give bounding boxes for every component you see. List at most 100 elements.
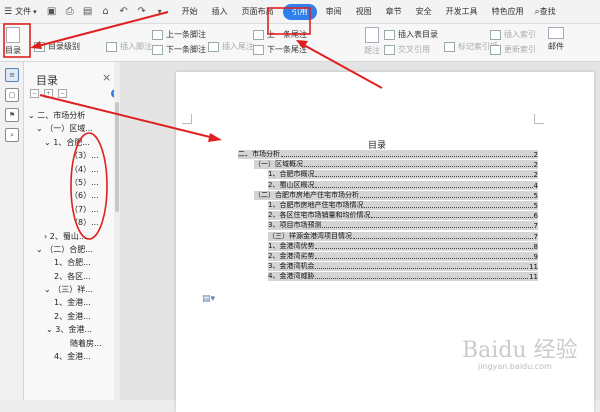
toc-entry[interactable]: 1、金港湾优势 8 <box>268 241 538 251</box>
bookmark-icon[interactable]: ⚑ <box>5 108 19 122</box>
collapse-arrow-icon[interactable]: ⌄ <box>44 285 53 294</box>
mail-icon <box>548 27 564 39</box>
toc-entry-title: 3、项目市场预测 <box>268 221 322 230</box>
page-nav-icon[interactable]: ▢ <box>5 88 19 102</box>
toc-entry-title: 2、蜀山区概况 <box>268 180 315 189</box>
toc-entry[interactable]: （三）祥源金港湾项目情况 7 <box>268 231 538 241</box>
tab-developer[interactable]: 开发工具 <box>439 0 485 24</box>
toc-collapse-icon[interactable]: − <box>30 89 39 98</box>
chevron-down-icon[interactable]: ▾ <box>33 0 43 24</box>
toc-list-item[interactable]: 随着房... <box>24 337 120 350</box>
update-index-button[interactable]: 更新索引 <box>490 44 536 55</box>
toc-nav-icon[interactable]: ≡ <box>5 68 19 82</box>
insert-endnote-label: 插入尾注 <box>222 42 254 51</box>
toc-entry[interactable]: 3、项目市场预测 7 <box>268 221 538 231</box>
toc-entry-page: 9 <box>533 253 538 261</box>
prev-footnote-button[interactable]: 上一条脚注 <box>152 29 206 40</box>
tab-special[interactable]: 特色应用 <box>485 0 531 24</box>
toc-list-item[interactable]: ⌄ （三）祥... <box>24 283 120 296</box>
app-menu-icon[interactable]: ☰ <box>0 0 15 24</box>
toc-entry[interactable]: 1、合肥市房地产住宅市场情况 5 <box>268 201 538 210</box>
tab-view[interactable]: 视图 <box>349 0 379 24</box>
toc-entry[interactable]: 2、蜀山区概况 4 <box>268 180 538 190</box>
undo-icon[interactable]: ↶ <box>117 5 131 19</box>
customize-icon[interactable]: ▾ <box>153 5 167 19</box>
labels-button[interactable]: 题注 <box>364 27 380 56</box>
find-icon[interactable]: ⌕ <box>5 128 19 142</box>
search-icon[interactable]: ⌕ <box>531 0 540 24</box>
toc-list-item[interactable]: （6）... <box>24 189 120 202</box>
toc-entry[interactable]: （二）合肥市房地产住宅市场分析 5 <box>254 190 538 200</box>
search-label[interactable]: 查找 <box>540 0 556 24</box>
labels-label: 题注 <box>364 46 380 55</box>
insert-table-toc-label: 插入表目录 <box>398 30 438 39</box>
print-preview-icon[interactable]: ⎙ <box>63 5 77 19</box>
toc-expand-icon[interactable]: + <box>44 89 53 98</box>
collapse-arrow-icon[interactable]: ⌄ <box>28 111 37 120</box>
toc-remove-icon[interactable]: − <box>58 89 67 98</box>
redo-icon[interactable]: ↷ <box>135 5 149 19</box>
tab-references[interactable]: 引用 <box>282 3 317 20</box>
toc-list-item[interactable]: 2、金港... <box>24 310 120 323</box>
toc-list-item[interactable]: ⌄ 1、合肥... <box>24 136 120 149</box>
toc-entry[interactable]: 2、各区住宅市场销量和均价情况 6 <box>268 211 538 221</box>
toc-list-item[interactable]: （8）... <box>24 216 120 229</box>
print-icon[interactable]: ▤ <box>81 5 95 19</box>
insert-index-button[interactable]: 插入索引 <box>490 29 536 40</box>
tab-review[interactable]: 审阅 <box>319 0 349 24</box>
toc-list-item[interactable]: ⌄ 3、金港... <box>24 323 120 336</box>
toc-entry[interactable]: （一）区域概况 2 <box>254 160 538 170</box>
toc-list-item[interactable]: 1、合肥... <box>24 256 120 269</box>
save-icon[interactable]: ▣ <box>45 5 59 19</box>
toc-list-item[interactable]: ⌄ （二）合肥... <box>24 243 120 256</box>
format-painter-icon[interactable]: ⌂ <box>99 5 113 19</box>
next-footnote-button[interactable]: 下一条脚注 <box>152 44 206 55</box>
toc-list-item[interactable]: （3）... <box>24 149 120 162</box>
toc-list-item[interactable]: （4）... <box>24 163 120 176</box>
menu-bar: ☰ 文件 ▾ ▣ ⎙ ▤ ⌂ ↶ ↷ ▾ 开始 插入 页面布局 引用 审阅 视图… <box>0 0 600 24</box>
insert-endnote-button[interactable]: 插入尾注 <box>208 41 254 52</box>
collapse-arrow-icon[interactable]: ⌄ <box>36 124 45 133</box>
tab-section[interactable]: 章节 <box>379 0 409 24</box>
cross-ref-button[interactable]: 交叉引用 <box>384 44 430 55</box>
close-icon[interactable]: × <box>102 71 111 84</box>
toc-list-item[interactable]: › 2、蜀山... <box>24 230 120 243</box>
mail-button[interactable]: 邮件 <box>548 27 564 52</box>
collapse-arrow-icon[interactable]: ⌄ <box>46 325 55 334</box>
toc-list-item[interactable]: （5）... <box>24 176 120 189</box>
scrollbar-thumb[interactable] <box>115 102 119 212</box>
toc-list-item[interactable]: （7）... <box>24 203 120 216</box>
toc-entry-title: 1、合肥市概况 <box>268 170 315 179</box>
baidu-watermark-url: jingyan.baidu.com <box>478 362 552 371</box>
toc-entry[interactable]: 3、金港湾机会 11 <box>268 262 538 272</box>
insert-footnote-button[interactable]: 插入脚注 <box>106 41 152 52</box>
toc-list-item[interactable]: ⌄ 二、市场分析 <box>24 109 120 122</box>
toc-list-item[interactable]: 1、金港... <box>24 296 120 309</box>
insert-footnote-label: 插入脚注 <box>120 42 152 51</box>
toc-list-item[interactable]: 4、金港... <box>24 350 120 363</box>
toc-button[interactable]: 目录 <box>5 27 21 56</box>
cross-ref-label: 交叉引用 <box>398 45 430 54</box>
toc-list-item[interactable]: 2、各区... <box>24 270 120 283</box>
toc-entry[interactable]: 4、金港湾威胁 11 <box>268 272 538 282</box>
endnote-icon <box>208 41 219 52</box>
toc-entry[interactable]: 1、合肥市概况 2 <box>268 170 538 180</box>
toc-list-item[interactable]: ⌄ （一）区域... <box>24 122 120 135</box>
tab-page-layout[interactable]: 页面布局 <box>235 0 281 24</box>
next-endnote-button[interactable]: 下一条尾注 <box>253 44 307 55</box>
prev-endnote-button[interactable]: 上一条尾注 <box>253 29 307 40</box>
toc-level-icon <box>34 41 45 52</box>
tab-home[interactable]: 开始 <box>175 0 205 24</box>
tab-insert[interactable]: 插入 <box>205 0 235 24</box>
collapse-arrow-icon[interactable]: ⌄ <box>44 138 53 147</box>
insert-table-toc-button[interactable]: 插入表目录 <box>384 29 438 40</box>
toc-list-item-label: 1、合肥... <box>54 258 91 268</box>
toc-level-button[interactable]: 目录级别 <box>34 41 80 52</box>
collapse-arrow-icon[interactable]: ⌄ <box>36 245 45 254</box>
toc-list-item-label: 随着房... <box>70 338 102 348</box>
file-menu[interactable]: 文件 <box>15 0 33 24</box>
toc-entry[interactable]: 2、金港湾劣势 9 <box>268 252 538 261</box>
paragraph-layout-icon[interactable]: ▤▾ <box>202 294 215 304</box>
toc-entry[interactable]: 二、市场分析 2 <box>238 150 538 159</box>
tab-security[interactable]: 安全 <box>409 0 439 24</box>
